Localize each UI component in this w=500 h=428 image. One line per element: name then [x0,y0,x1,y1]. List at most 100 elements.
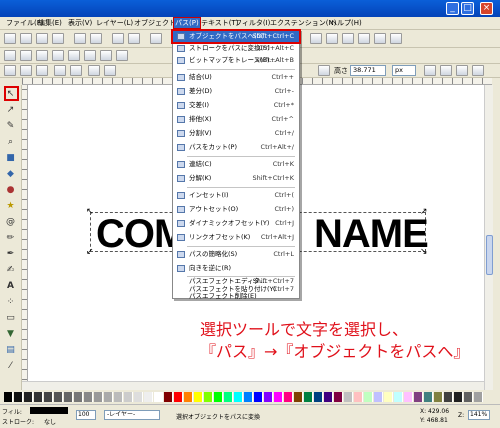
menu-item-dynamic-offset[interactable]: ダイナミックオフセット(Y) Ctrl+J [173,218,299,229]
menu-item-linked-offset[interactable]: リンクオフセット(K) Ctrl+Alt+J [173,232,299,243]
palette-swatch[interactable] [264,392,273,402]
select-all-layers-icon[interactable] [20,65,32,76]
vertical-scroll-thumb[interactable] [486,235,493,275]
snap-guide-icon[interactable] [52,50,64,61]
pen-tool-icon[interactable]: ✒ [4,248,17,260]
palette-swatch[interactable] [294,392,303,402]
palette-swatch[interactable] [174,392,183,402]
import-icon[interactable] [74,33,86,44]
height-input[interactable]: 38.771 [350,65,386,76]
undo-icon[interactable] [112,33,124,44]
palette-swatch[interactable] [274,392,283,402]
menu-view[interactable]: 表示(V) [68,18,92,28]
menu-path[interactable]: パス(P) [173,17,201,29]
eraser-tool-icon[interactable]: ▭ [4,312,17,324]
palette-swatch[interactable] [304,392,313,402]
menu-item-combine[interactable]: 連結(C) Ctrl+K [173,159,299,170]
fill-swatch[interactable] [30,407,68,414]
handle-bottom-left[interactable]: ↙ [86,248,94,257]
palette-swatch[interactable] [434,392,443,402]
menu-layer[interactable]: レイヤー(L) [96,18,133,28]
handle-top-left[interactable]: ↖ [86,208,94,217]
preferences-icon[interactable] [374,33,386,44]
print-icon[interactable] [52,33,64,44]
palette-swatch[interactable] [424,392,433,402]
palette-swatch[interactable] [384,392,393,402]
menu-item-inset[interactable]: インセット(I) Ctrl+( [173,190,299,201]
palette-swatch[interactable] [254,392,263,402]
palette-swatch[interactable] [374,392,383,402]
menu-item-simplify[interactable]: パスの簡略化(S) Ctrl+L [173,249,299,260]
palette-swatch[interactable] [14,392,23,402]
text-tool-icon[interactable] [326,33,338,44]
palette-swatch[interactable] [54,392,63,402]
minimize-button[interactable]: _ [446,2,459,15]
palette-swatch[interactable] [144,392,153,402]
palette-swatch[interactable] [474,392,483,402]
palette-swatch[interactable] [234,392,243,402]
flip-v-icon[interactable] [104,65,116,76]
palette-swatch[interactable] [394,392,403,402]
menu-filter[interactable]: フィルタ(I) [235,18,270,28]
text-tool-icon[interactable]: A [4,280,17,292]
palette-swatch[interactable] [314,392,323,402]
layer-select[interactable]: -レイヤー- [104,410,160,420]
palette-swatch[interactable] [224,392,233,402]
palette-swatch[interactable] [164,392,173,402]
rotate-cw-icon[interactable] [70,65,82,76]
rect-tool-icon[interactable]: ■ [4,152,17,164]
scale-corners-icon[interactable] [440,65,452,76]
palette-swatch[interactable] [404,392,413,402]
menu-text[interactable]: テキスト(T) [201,18,239,28]
zoom-tool-icon[interactable]: ⌕ [4,136,17,148]
menu-item-break-apart[interactable]: 分解(K) Shift+Ctrl+K [173,173,299,184]
palette-swatch[interactable] [214,392,223,402]
menu-item-path-effect-editor[interactable]: パスエフェクトエディタ... Shift+Ctrl+7 [173,277,299,285]
zoom-input[interactable]: 141% [468,410,490,420]
palette-swatch[interactable] [364,392,373,402]
canvas-text-right[interactable]: NAME [314,212,429,256]
menu-item-intersection[interactable]: 交差(I) Ctrl+* [173,100,299,111]
dropper-tool-icon[interactable]: ⁄ [4,360,17,372]
menu-help[interactable]: ヘルプ(H) [330,18,362,28]
palette-swatch[interactable] [24,392,33,402]
palette-swatch[interactable] [34,392,43,402]
opacity-input[interactable]: 100 [76,410,96,420]
palette-swatch[interactable] [74,392,83,402]
star-tool-icon[interactable]: ★ [4,200,17,212]
menu-edit[interactable]: 編集(E) [38,18,62,28]
maximize-button[interactable]: □ [461,2,474,15]
palette-swatch[interactable] [464,392,473,402]
ellipse-tool-icon[interactable]: ● [4,184,17,196]
snap-paths-icon[interactable] [84,50,96,61]
transform-gradient-icon[interactable] [456,65,468,76]
menu-extensions[interactable]: エクステンション(N) [270,18,337,28]
calligraphy-tool-icon[interactable]: ✍ [4,264,17,276]
new-icon[interactable] [4,33,16,44]
snap-nodes-icon[interactable] [36,50,48,61]
tweak-tool-icon[interactable]: ✎ [4,120,17,132]
menu-item-remove-path-effect[interactable]: パスエフェクト削除(E) [173,292,299,300]
palette-swatch[interactable] [184,392,193,402]
save-icon[interactable] [36,33,48,44]
box3d-tool-icon[interactable]: ◆ [4,168,17,180]
menu-item-trace-bitmap[interactable]: ビットマップをトレース(B)... Shift+Alt+B [173,55,299,66]
document-props-icon[interactable] [390,33,402,44]
align-icon[interactable] [358,33,370,44]
gradient-tool-icon[interactable]: ▤ [4,344,17,356]
vertical-scrollbar[interactable] [484,85,493,390]
deselect-icon[interactable] [36,65,48,76]
spray-tool-icon[interactable]: ⁘ [4,296,17,308]
horizontal-scrollbar[interactable] [22,381,484,390]
lock-icon[interactable] [318,65,330,76]
palette-swatch[interactable] [84,392,93,402]
palette-swatch[interactable] [344,392,353,402]
rotate-ccw-icon[interactable] [54,65,66,76]
menu-item-reverse[interactable]: 向きを逆に(R) [173,263,299,274]
palette-swatch[interactable] [324,392,333,402]
palette-swatch[interactable] [154,392,163,402]
palette-swatch[interactable] [204,392,213,402]
pencil-tool-icon[interactable]: ✏ [4,232,17,244]
palette-swatch[interactable] [454,392,463,402]
menu-item-division[interactable]: 分割(V) Ctrl+/ [173,128,299,139]
